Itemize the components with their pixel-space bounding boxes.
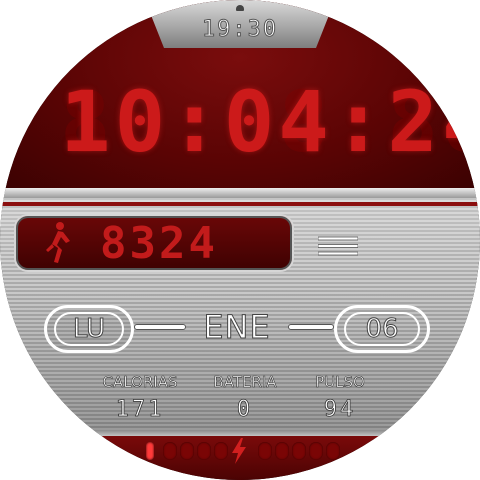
- main-time[interactable]: 10:04:24: [60, 72, 480, 172]
- runner-icon: [46, 222, 70, 263]
- battery-value[interactable]: 0: [196, 396, 294, 424]
- battery-segment: [275, 442, 289, 460]
- battery-segment: [214, 442, 228, 460]
- bolt-icon: [232, 438, 246, 464]
- date-connector-right: [288, 324, 334, 330]
- battery-segment: [197, 442, 211, 460]
- menu-icon[interactable]: [318, 236, 358, 256]
- battery-segment: [180, 442, 194, 460]
- calories-label: CALORIAS: [102, 373, 178, 392]
- red-stripe: [0, 202, 480, 206]
- battery-segment: [292, 442, 306, 460]
- steps-value: 8324: [100, 218, 218, 269]
- metal-ridge: [0, 188, 480, 198]
- bell-icon: [236, 5, 244, 11]
- day-label[interactable]: LU: [54, 312, 124, 346]
- pulse-value[interactable]: 94: [298, 396, 382, 424]
- date-label[interactable]: 06: [344, 312, 420, 346]
- date-connector-left: [134, 324, 186, 330]
- pulse-label: PULSO: [315, 373, 365, 392]
- battery-segment: [258, 442, 272, 460]
- month-label[interactable]: ENE: [186, 307, 288, 347]
- battery-segment: [163, 442, 177, 460]
- calories-value[interactable]: 171: [88, 396, 192, 424]
- watch-face: 19:30 88:88:88 10:04:24 8324 LU ENE 06 C…: [0, 0, 480, 480]
- battery-segment: [326, 442, 340, 460]
- battery-segment: [146, 442, 154, 460]
- battery-label: BATERIA: [213, 373, 277, 392]
- battery-segment: [309, 442, 323, 460]
- small-time: 19:30: [201, 17, 279, 43]
